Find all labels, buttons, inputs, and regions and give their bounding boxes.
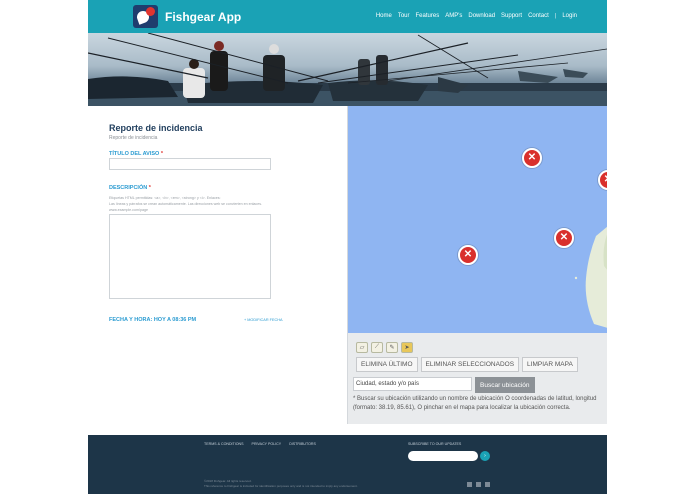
nav-contact[interactable]: Contact [528, 13, 549, 19]
footer-links: TERMS & CONDITIONS PRIVACY POLICY DISTRI… [204, 442, 316, 446]
nav-home[interactable]: Home [376, 13, 392, 19]
nav-tour[interactable]: Tour [398, 13, 410, 19]
footer-link-distributors[interactable]: DISTRIBUTORS [289, 442, 316, 446]
clear-map-button[interactable]: LIMPIAR MAPA [522, 357, 578, 372]
social-links [467, 482, 490, 487]
map-actions: ELIMINA ÚLTIMO ELIMINAR SELECCIONADOS LI… [356, 357, 578, 372]
nav-download[interactable]: Download [468, 13, 495, 19]
location-search-input[interactable]: Ciudad, estado y/o país [353, 377, 472, 391]
incident-marker-icon[interactable]: ✕ [554, 228, 574, 248]
facebook-icon[interactable] [467, 482, 472, 487]
description-help-3: www.example.com/page [109, 208, 148, 212]
description-label-text: DESCRIPCIÓN [109, 185, 148, 191]
description-help-1: Etiquetas HTML permitidas: <a>, <b>, <em… [109, 196, 221, 200]
title-field-label-text: TÍTULO DEL AVISO [109, 151, 160, 157]
nav-support[interactable]: Support [501, 13, 522, 19]
title-field-label: TÍTULO DEL AVISO * [109, 151, 163, 157]
twitter-icon[interactable] [485, 482, 490, 487]
site-footer: TERMS & CONDITIONS PRIVACY POLICY DISTRI… [88, 435, 607, 494]
form-subtitle: Reporte de incidencia [109, 135, 158, 141]
form-title: Reporte de incidencia [109, 123, 203, 133]
footer-link-terms[interactable]: TERMS & CONDITIONS [204, 442, 244, 446]
instagram-icon[interactable] [476, 482, 481, 487]
incident-marker-icon[interactable]: ✕ [522, 148, 542, 168]
footer-link-privacy[interactable]: PRIVACY POLICY [252, 442, 282, 446]
polygon-tool-icon[interactable]: ▱ [356, 342, 368, 353]
copyright-line-1: ©2018 Fishgear. All rights reserved. [204, 479, 252, 483]
description-help-2: Las líneas y párrafos se crean automátic… [109, 202, 263, 206]
pencil-tool-icon[interactable]: ✎ [386, 342, 398, 353]
nav-separator: | [554, 13, 557, 19]
delete-last-button[interactable]: ELIMINA ÚLTIMO [356, 357, 418, 372]
drawing-toolbar: ▱ ⟋ ✎ ➤ [356, 342, 413, 353]
nav-login[interactable]: Login [562, 13, 577, 19]
title-input[interactable] [109, 158, 271, 170]
location-map[interactable]: ✕ ✕ ✕ ✕ [348, 106, 607, 333]
search-location-button[interactable]: Buscar ubicación [475, 377, 535, 393]
nav-amps[interactable]: AMP's [445, 13, 462, 19]
modify-date-link[interactable]: + MODIFICAR FECHA [244, 318, 283, 322]
line-tool-icon[interactable]: ⟋ [371, 342, 383, 353]
top-navbar: Fishgear App Home Tour Features AMP's Do… [88, 0, 607, 33]
map-help-text: * Buscar su ubicación utilizando un nomb… [353, 396, 597, 411]
required-mark: * [160, 151, 163, 157]
subscribe-label: SUBSCRIBE TO OUR UPDATES [408, 442, 462, 446]
app-name[interactable]: Fishgear App [165, 10, 241, 24]
main-nav: Home Tour Features AMP's Download Suppor… [376, 13, 577, 19]
site-container: Fishgear App Home Tour Features AMP's Do… [88, 0, 607, 494]
hero-fishing-boats-image [88, 33, 607, 106]
copyright-line-2: This reference to Fishgear is included f… [204, 484, 358, 488]
point-tool-icon[interactable]: ➤ [401, 342, 413, 353]
required-mark: * [148, 185, 151, 191]
subscribe-email-input[interactable] [408, 451, 478, 461]
delete-selected-button[interactable]: ELIMINAR SELECCIONADOS [420, 357, 520, 372]
date-time-label: FECHA Y HORA: HOY A 08:36 PM [109, 317, 197, 323]
fishgear-logo-icon[interactable] [133, 5, 158, 28]
page: Fishgear App Home Tour Features AMP's Do… [0, 0, 695, 494]
description-textarea[interactable] [109, 214, 271, 299]
map-panel: ✕ ✕ ✕ ✕ ▱ ⟋ ✎ ➤ ELIMINA ÚLTIMO ELIMINAR … [347, 106, 607, 424]
subscribe-submit-button[interactable]: › [480, 451, 490, 461]
description-label: DESCRIPCIÓN * [109, 185, 151, 191]
incident-marker-icon[interactable]: ✕ [458, 245, 478, 265]
nav-features[interactable]: Features [416, 13, 440, 19]
